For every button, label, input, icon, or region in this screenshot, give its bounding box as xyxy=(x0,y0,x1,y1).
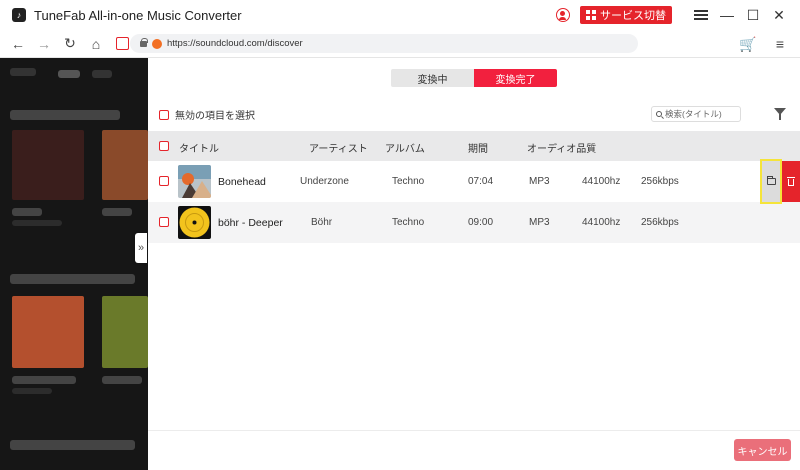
switch-service-label: サービス切替 xyxy=(600,10,666,22)
track-album: Techno xyxy=(392,217,425,228)
track-title: böhr - Deeper xyxy=(218,217,283,229)
converter-panel: 変換中 変換完了 無効の項目を選択 検索(タイトル) タイトル アーティスト ア… xyxy=(148,58,800,470)
tab-converting[interactable]: 変換中 xyxy=(391,69,474,87)
app-title: TuneFab All-in-one Music Converter xyxy=(34,7,242,23)
home-icon[interactable]: ⌂ xyxy=(86,34,106,54)
url-bar[interactable]: https://soundcloud.com/discover xyxy=(130,34,638,53)
url-text: https://soundcloud.com/discover xyxy=(167,38,303,49)
trash-icon xyxy=(787,177,795,186)
lock-icon xyxy=(140,37,148,47)
column-artist[interactable]: アーティスト xyxy=(309,140,368,155)
background-webpage xyxy=(0,58,148,470)
track-bitrate: 256kbps xyxy=(641,176,679,187)
track-artist: Underzone xyxy=(300,176,349,187)
title-bar: ♪ TuneFab All-in-one Music Converter サービ… xyxy=(0,0,800,30)
forward-icon[interactable]: → xyxy=(34,34,54,54)
column-album[interactable]: アルバム xyxy=(385,140,425,155)
column-duration[interactable]: 期間 xyxy=(468,140,488,155)
menu-icon[interactable] xyxy=(690,5,712,25)
table-header: タイトル アーティスト アルバム 期間 オーディオ品質 xyxy=(148,131,800,161)
maximize-icon[interactable]: ☐ xyxy=(742,5,764,25)
select-all-checkbox[interactable] xyxy=(159,141,169,151)
search-icon xyxy=(656,111,662,117)
track-album: Techno xyxy=(392,176,425,187)
track-bitrate: 256kbps xyxy=(641,217,679,228)
track-format: MP3 xyxy=(529,176,550,187)
select-invalid-row[interactable]: 無効の項目を選択 xyxy=(159,107,255,122)
reload-icon[interactable]: ↻ xyxy=(60,34,80,54)
tab-completed[interactable]: 変換完了 xyxy=(474,69,557,87)
grid-icon xyxy=(586,10,596,20)
close-icon[interactable]: ✕ xyxy=(768,5,790,25)
table-row[interactable]: Bonehead Underzone Techno 07:04 MP3 4410… xyxy=(148,161,800,202)
track-sample-rate: 44100hz xyxy=(582,217,621,228)
delete-button[interactable] xyxy=(782,161,800,202)
open-folder-button[interactable] xyxy=(760,159,782,204)
row-checkbox[interactable] xyxy=(159,176,169,186)
search-placeholder: 検索(タイトル) xyxy=(665,109,722,119)
search-input[interactable]: 検索(タイトル) xyxy=(651,106,741,122)
column-title[interactable]: タイトル xyxy=(179,140,219,155)
track-title: Bonehead xyxy=(218,176,266,188)
minimize-icon[interactable]: — xyxy=(716,5,738,25)
track-duration: 07:04 xyxy=(468,176,494,187)
service-logo-icon[interactable] xyxy=(112,34,132,54)
select-invalid-checkbox[interactable] xyxy=(159,109,169,120)
cart-icon[interactable]: 🛒 xyxy=(738,34,758,54)
track-duration: 09:00 xyxy=(468,217,494,228)
row-checkbox[interactable] xyxy=(159,217,169,227)
switch-service-button[interactable]: サービス切替 xyxy=(580,6,672,24)
status-tabs: 変換中 変換完了 xyxy=(391,69,557,87)
folder-icon xyxy=(766,176,776,185)
soundcloud-icon xyxy=(152,38,162,49)
queue-list-icon[interactable]: ≡ xyxy=(770,34,790,54)
footer-divider xyxy=(148,430,800,431)
back-icon[interactable]: ← xyxy=(8,34,28,54)
cancel-button[interactable]: キャンセル xyxy=(734,439,791,461)
track-format: MP3 xyxy=(529,217,550,228)
expand-panel-handle[interactable]: » xyxy=(135,233,147,263)
album-art xyxy=(178,165,211,198)
app-logo-icon: ♪ xyxy=(12,8,26,22)
track-artist: Böhr xyxy=(311,217,333,228)
track-sample-rate: 44100hz xyxy=(582,176,621,187)
select-invalid-label: 無効の項目を選択 xyxy=(175,111,255,122)
column-audio-quality[interactable]: オーディオ品質 xyxy=(527,140,596,155)
filter-icon[interactable] xyxy=(774,108,786,120)
table-row[interactable]: böhr - Deeper Böhr Techno 09:00 MP3 4410… xyxy=(148,202,800,243)
user-icon[interactable] xyxy=(556,8,570,22)
album-art xyxy=(178,206,211,239)
browser-toolbar: ← → ↻ ⌂ https://soundcloud.com/discover … xyxy=(0,30,800,58)
